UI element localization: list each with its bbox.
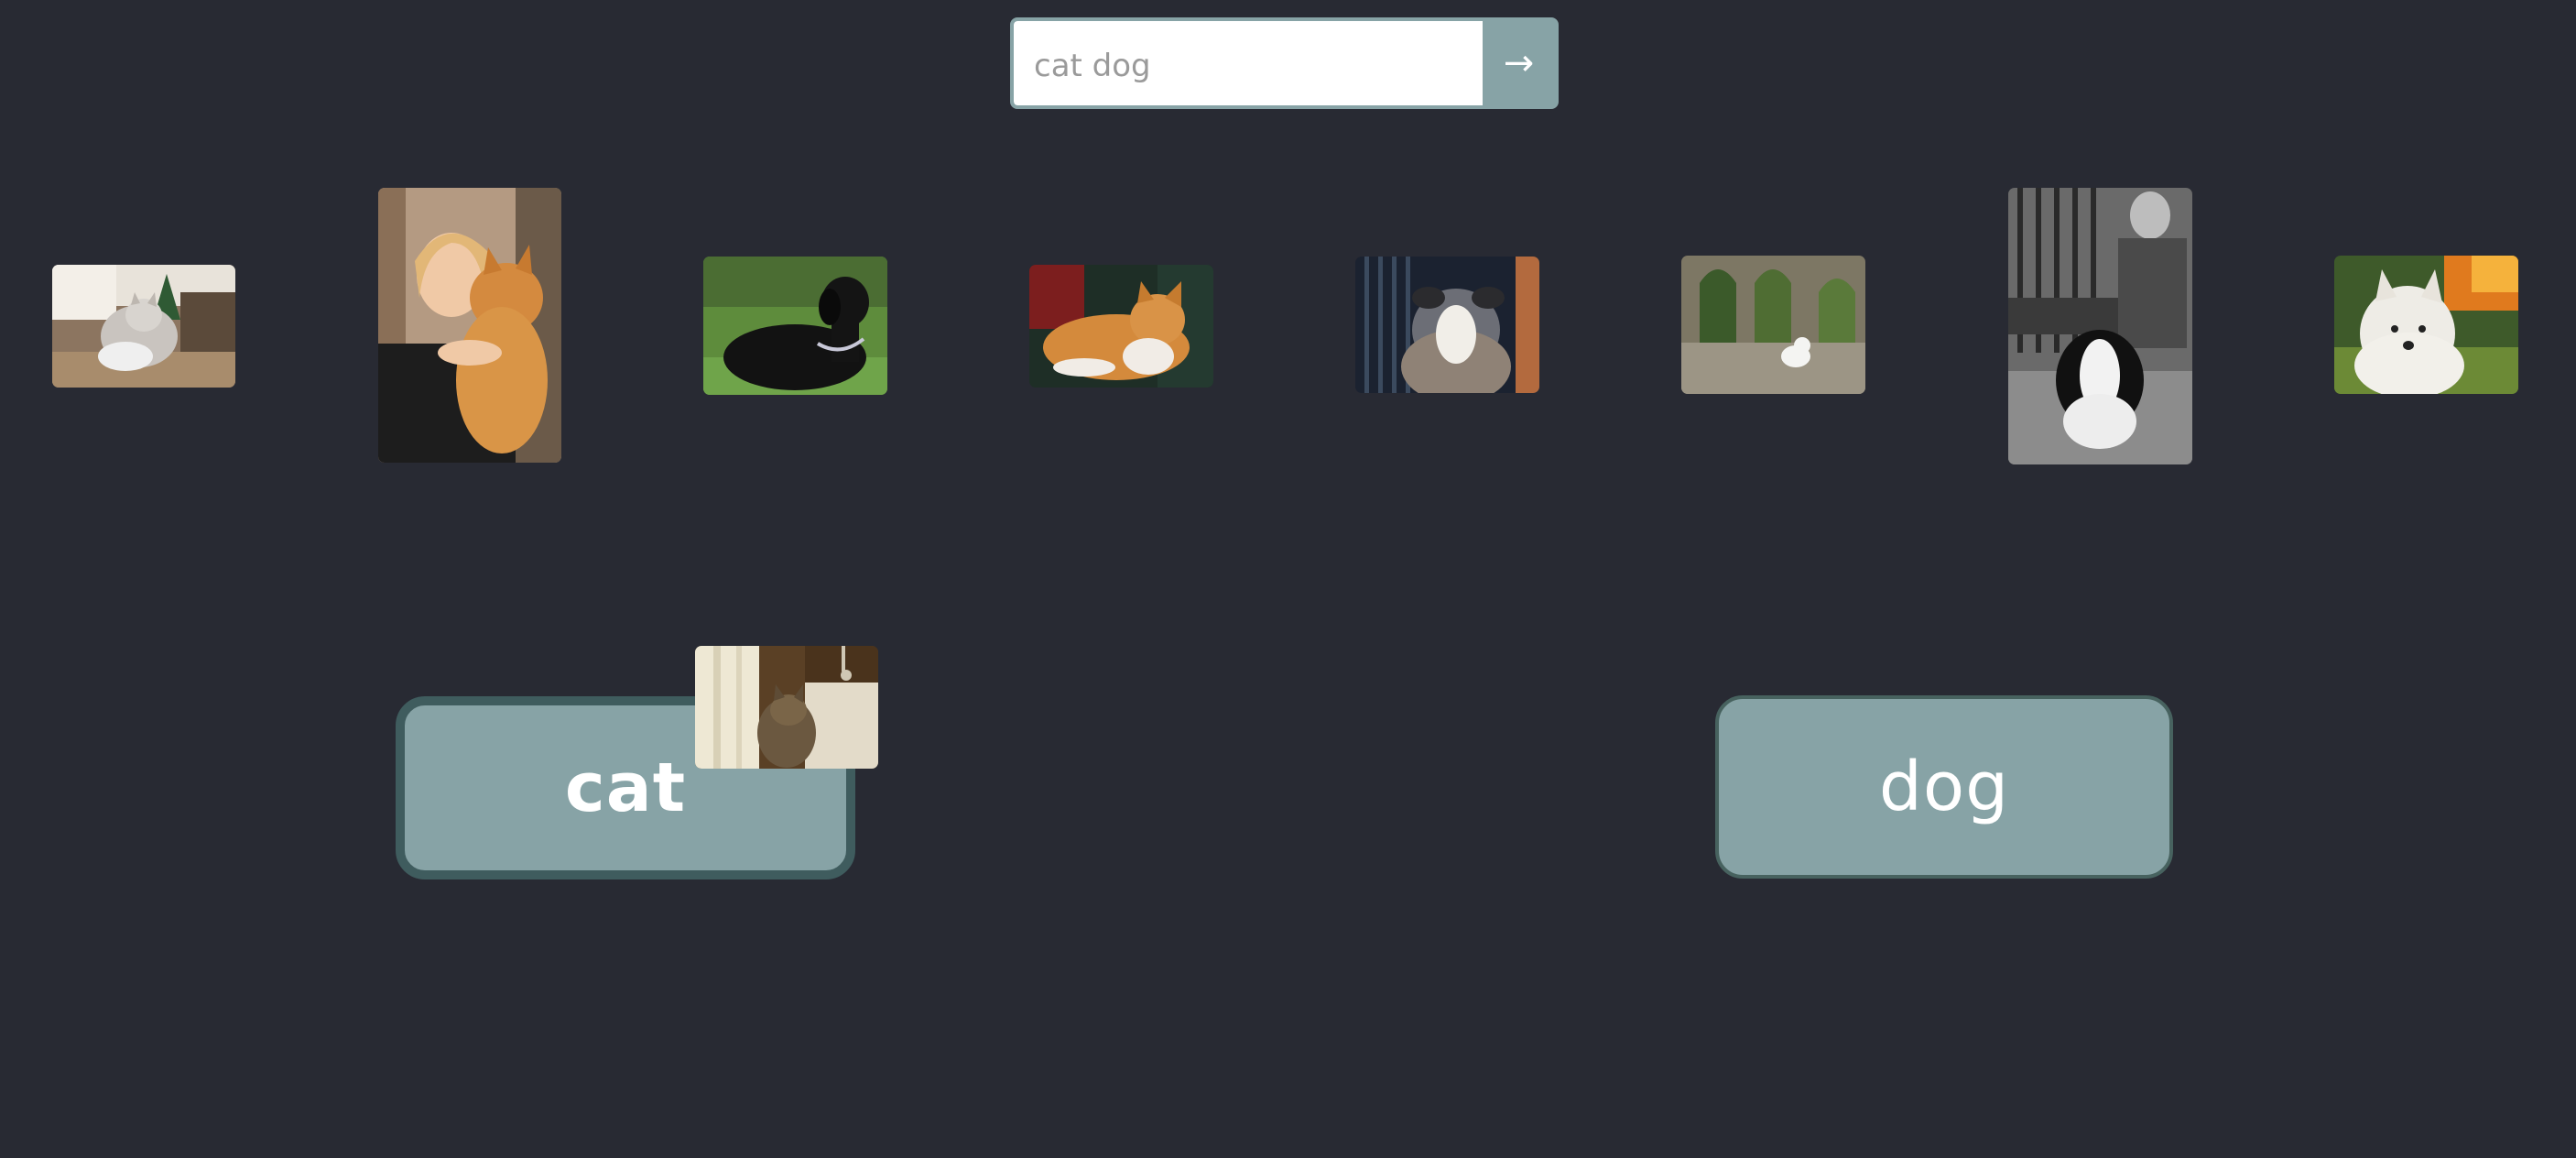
search-submit-button[interactable]: → <box>1483 21 1555 105</box>
category-dog-label: dog <box>1878 748 2010 826</box>
image-thumbnail-white-dog-ruins[interactable] <box>1681 256 1865 394</box>
image-thumbnail-woman-with-cat[interactable] <box>378 188 561 463</box>
image-thumbnail-westie-dog[interactable] <box>2334 256 2518 394</box>
search-bar: → <box>1010 17 1559 109</box>
app-canvas: → <box>0 0 2576 1158</box>
image-thumbnail-black-dog[interactable] <box>703 257 887 395</box>
search-input[interactable] <box>1014 21 1483 105</box>
category-dog[interactable]: dog <box>1715 695 2173 879</box>
image-thumbnail-cat-living-room[interactable] <box>52 265 235 388</box>
image-thumbnail-orange-cat[interactable] <box>1029 265 1213 388</box>
arrow-right-icon: → <box>1503 42 1535 84</box>
image-thumbnail-dragging-tabby-cat[interactable] <box>695 646 878 769</box>
image-thumbnail-man-with-spaniel[interactable] <box>2008 188 2192 464</box>
image-thumbnail-shepherd-dog[interactable] <box>1355 257 1539 393</box>
category-cat-label: cat <box>564 748 687 827</box>
